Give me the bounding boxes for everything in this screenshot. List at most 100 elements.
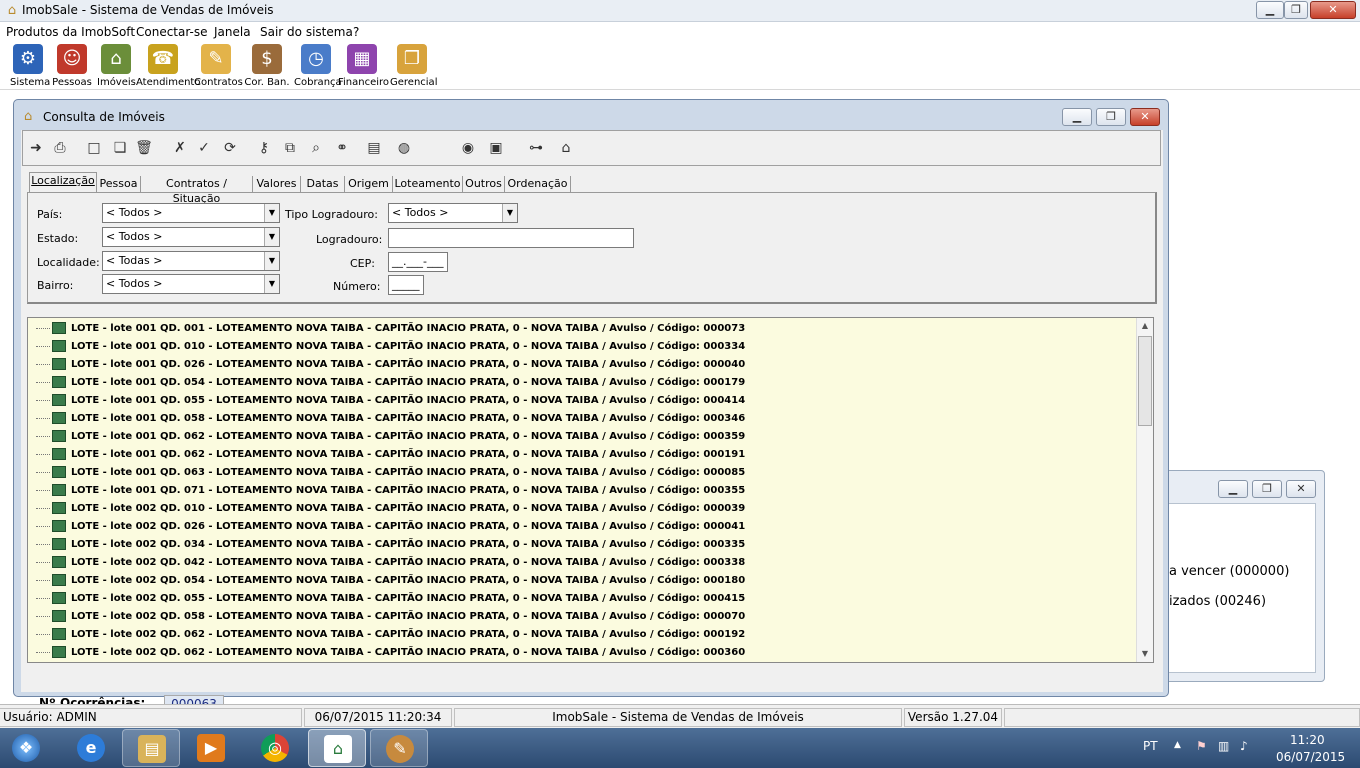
volume-icon[interactable]: ♪: [1240, 739, 1248, 753]
go-icon[interactable]: ➜: [27, 139, 45, 157]
pais-select[interactable]: < Todos > ▼: [102, 203, 280, 223]
tab-loteamento[interactable]: Loteamento: [393, 176, 463, 193]
taskbar-chrome[interactable]: ◎: [246, 729, 304, 767]
network-icon[interactable]: ▥: [1218, 739, 1229, 753]
toolbar-gerencial-button[interactable]: ❐ Gerencial: [390, 44, 437, 88]
list-item[interactable]: LOTE - lote 001 QD. 062 - LOTEAMENTO NOV…: [36, 428, 745, 446]
list-item[interactable]: LOTE - lote 001 QD. 062 - LOTEAMENTO NOV…: [36, 446, 745, 464]
copy-doc-icon[interactable]: ❏: [111, 139, 129, 157]
list-item[interactable]: LOTE - lote 002 QD. 054 - LOTEAMENTO NOV…: [36, 572, 745, 590]
background-window[interactable]: ▁ ❐ ✕ a vencer (000000) izados (00246): [1165, 470, 1325, 682]
globe-icon[interactable]: ◍: [395, 139, 413, 157]
window-close-button[interactable]: ✕: [1130, 108, 1160, 126]
clock-date[interactable]: 06/07/2015: [1276, 750, 1345, 764]
list-item[interactable]: LOTE - lote 001 QD. 026 - LOTEAMENTO NOV…: [36, 356, 745, 374]
list-item[interactable]: LOTE - lote 001 QD. 054 - LOTEAMENTO NOV…: [36, 374, 745, 392]
tab-ordenacao[interactable]: Ordenação: [505, 176, 571, 193]
list-item[interactable]: LOTE - lote 002 QD. 055 - LOTEAMENTO NOV…: [36, 590, 745, 608]
window-maximize-button[interactable]: ❐: [1096, 108, 1126, 126]
toolbar-imoveis-button[interactable]: ⌂ Imóveis: [97, 44, 136, 88]
delete-icon[interactable]: 🗑: [135, 139, 153, 157]
toolbar-sistema-button[interactable]: ⚙ Sistema: [10, 44, 50, 88]
taskbar-explorer[interactable]: ▤: [122, 729, 180, 767]
key-icon[interactable]: ⚷: [255, 139, 273, 157]
duplicate-icon[interactable]: ⧉: [281, 139, 299, 157]
bairro-select[interactable]: < Todos > ▼: [102, 274, 280, 294]
clipboard-icon[interactable]: ▣: [487, 139, 505, 157]
cep-input[interactable]: __.___-___: [388, 252, 448, 272]
check-icon[interactable]: ✓: [195, 139, 213, 157]
results-scrollbar[interactable]: ▲ ▼: [1136, 318, 1153, 662]
toolbar-financeiro-button[interactable]: ▦ Financeiro: [338, 44, 389, 88]
scroll-up-icon[interactable]: ▲: [1137, 318, 1153, 334]
lot-property-icon: [52, 520, 66, 532]
list-item[interactable]: LOTE - lote 001 QD. 058 - LOTEAMENTO NOV…: [36, 410, 745, 428]
menu-conectar[interactable]: Conectar-se: [136, 25, 208, 39]
tab-origem[interactable]: Origem: [345, 176, 393, 193]
list-item[interactable]: LOTE - lote 001 QD. 055 - LOTEAMENTO NOV…: [36, 392, 745, 410]
localidade-select[interactable]: < Todas > ▼: [102, 251, 280, 271]
scroll-down-icon[interactable]: ▼: [1137, 646, 1153, 662]
tray-expand-icon[interactable]: ▲: [1174, 740, 1181, 750]
toolbar-pessoas-button[interactable]: ☺ Pessoas: [52, 44, 92, 88]
refresh-icon[interactable]: ⟳: [221, 139, 239, 157]
clock-time[interactable]: 11:20: [1290, 733, 1325, 747]
taskbar-ie[interactable]: e: [62, 729, 120, 767]
list-item[interactable]: LOTE - lote 002 QD. 058 - LOTEAMENTO NOV…: [36, 608, 745, 626]
list-item[interactable]: LOTE - lote 002 QD. 062 - LOTEAMENTO NOV…: [36, 626, 745, 644]
tipo-logradouro-select[interactable]: < Todos > ▼: [388, 203, 518, 223]
tab-datas[interactable]: Datas: [301, 176, 345, 193]
bg-maximize-button[interactable]: ❐: [1252, 480, 1282, 498]
menu-produtos[interactable]: Produtos da ImobSoft: [6, 25, 135, 39]
tab-contratos-situacao[interactable]: Contratos / Situação: [141, 176, 253, 205]
scroll-thumb[interactable]: [1138, 336, 1152, 426]
tab-pessoa[interactable]: Pessoa: [97, 176, 141, 193]
list-item[interactable]: LOTE - lote 001 QD. 010 - LOTEAMENTO NOV…: [36, 338, 745, 356]
list-item[interactable]: LOTE - lote 002 QD. 042 - LOTEAMENTO NOV…: [36, 554, 745, 572]
web-icon[interactable]: ◉: [459, 139, 477, 157]
taskbar-paint[interactable]: ✎: [370, 729, 428, 767]
search-icon[interactable]: ⌕: [307, 139, 325, 157]
bg-minimize-button[interactable]: ▁: [1218, 480, 1248, 498]
toolbar-cobranca-button[interactable]: ◷ Cobrança: [294, 44, 342, 88]
tab-valores[interactable]: Valores: [253, 176, 301, 193]
toolbar-atendimento-button[interactable]: ☎ Atendimento: [136, 44, 200, 88]
app-close-button[interactable]: ✕: [1310, 1, 1356, 19]
list-item[interactable]: LOTE - lote 002 QD. 010 - LOTEAMENTO NOV…: [36, 500, 745, 518]
page-icon[interactable]: ▤: [365, 139, 383, 157]
access-key-icon[interactable]: ⊶: [527, 139, 545, 157]
list-item[interactable]: LOTE - lote 001 QD. 063 - LOTEAMENTO NOV…: [36, 464, 745, 482]
list-item-text: LOTE - lote 001 QD. 058 - LOTEAMENTO NOV…: [71, 413, 746, 424]
home-lock-icon[interactable]: ⌂: [557, 139, 575, 157]
tab-localizacao[interactable]: Localização: [29, 172, 97, 193]
start-button[interactable]: ❖: [2, 729, 52, 767]
network-icon[interactable]: ⚭: [333, 139, 351, 157]
taskbar-media-player[interactable]: ▶: [182, 729, 240, 767]
bg-close-button[interactable]: ✕: [1286, 480, 1316, 498]
list-item[interactable]: LOTE - lote 001 QD. 071 - LOTEAMENTO NOV…: [36, 482, 745, 500]
list-item[interactable]: LOTE - lote 001 QD. 001 - LOTEAMENTO NOV…: [36, 320, 745, 338]
results-list[interactable]: LOTE - lote 001 QD. 001 - LOTEAMENTO NOV…: [27, 317, 1154, 663]
cancel-icon[interactable]: ✗: [171, 139, 189, 157]
app-maximize-button[interactable]: ❐: [1284, 1, 1308, 19]
new-doc-icon[interactable]: □: [85, 139, 103, 157]
list-item[interactable]: LOTE - lote 002 QD. 062 - LOTEAMENTO NOV…: [36, 644, 745, 662]
list-item[interactable]: LOTE - lote 002 QD. 034 - LOTEAMENTO NOV…: [36, 536, 745, 554]
toolbar-cor-ban-button[interactable]: $ Cor. Ban.: [244, 44, 290, 88]
tab-outros[interactable]: Outros: [463, 176, 505, 193]
taskbar-imobsale[interactable]: ⌂: [308, 729, 366, 767]
app-minimize-button[interactable]: ▁: [1256, 1, 1284, 19]
menu-help[interactable]: ?: [353, 25, 359, 39]
action-center-flag-icon[interactable]: ⚑: [1196, 739, 1207, 753]
language-indicator[interactable]: PT: [1143, 739, 1158, 753]
estado-select[interactable]: < Todos > ▼: [102, 227, 280, 247]
logradouro-input[interactable]: [388, 228, 634, 248]
list-item[interactable]: LOTE - lote 002 QD. 026 - LOTEAMENTO NOV…: [36, 518, 745, 536]
numero-input[interactable]: _____: [388, 275, 424, 295]
print-icon[interactable]: ⎙: [51, 139, 69, 157]
toolbar-contratos-button[interactable]: ✎ Contratos: [194, 44, 243, 88]
service-icon: ☎: [148, 44, 178, 74]
menu-janela[interactable]: Janela: [214, 25, 251, 39]
window-minimize-button[interactable]: ▁: [1062, 108, 1092, 126]
menu-sair[interactable]: Sair do sistema: [260, 25, 353, 39]
